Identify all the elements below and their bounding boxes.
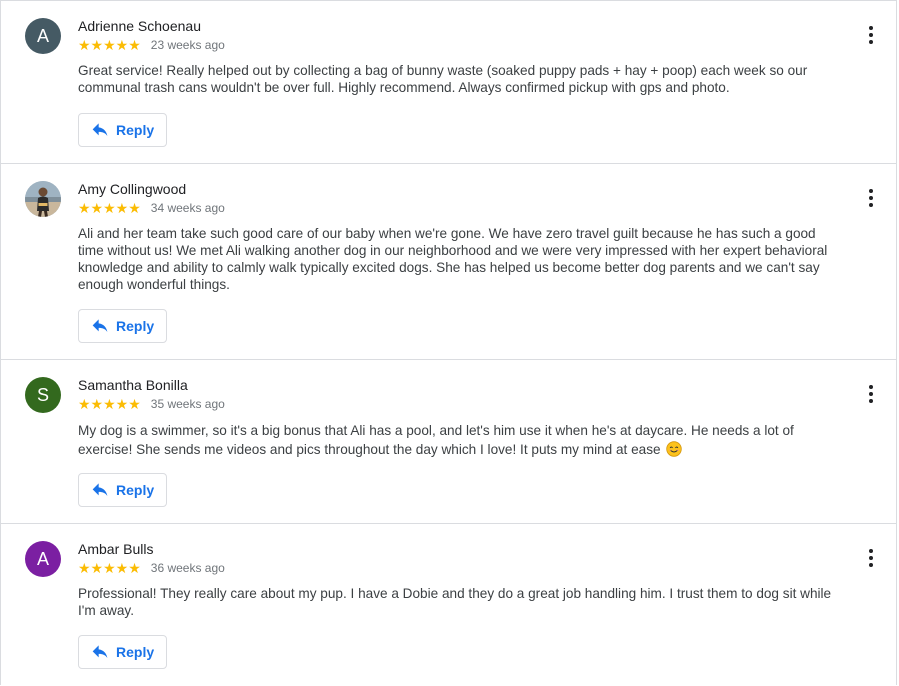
more-vert-icon (869, 549, 873, 553)
review-text: Great service! Really helped out by coll… (78, 63, 808, 95)
review-text: My dog is a swimmer, so it's a big bonus… (78, 421, 838, 459)
avatar[interactable]: A (25, 541, 61, 577)
more-options-button[interactable] (861, 544, 881, 572)
review-text: Ali and her team take such good care of … (78, 226, 828, 292)
review-card: Amy Collingwood ★★★★★ 34 weeks ago Ali a… (1, 164, 897, 360)
profile-photo-icon (25, 181, 61, 217)
more-vert-icon (869, 385, 873, 389)
reply-label: Reply (116, 644, 155, 660)
more-vert-icon (869, 26, 873, 30)
star-rating: ★★★★★ (78, 396, 141, 412)
reviewer-name[interactable]: Amy Collingwood (78, 181, 186, 197)
star-rating: ★★★★★ (78, 560, 141, 576)
reply-label: Reply (116, 122, 155, 138)
reply-arrow-icon (92, 122, 108, 138)
star-rating: ★★★★★ (78, 200, 141, 216)
review-time: 35 weeks ago (150, 397, 225, 411)
star-rating: ★★★★★ (78, 37, 141, 53)
review-text: Professional! They really care about my … (78, 586, 832, 618)
review-text-content: My dog is a swimmer, so it's a big bonus… (78, 423, 794, 457)
avatar[interactable] (25, 181, 61, 217)
reply-label: Reply (116, 318, 155, 334)
more-vert-icon-dot (869, 563, 873, 567)
rating-row: ★★★★★ 34 weeks ago (78, 200, 225, 216)
reply-button[interactable]: Reply (78, 309, 167, 343)
review-time: 36 weeks ago (150, 561, 225, 575)
review-card: S Samantha Bonilla ★★★★★ 35 weeks ago My… (1, 360, 897, 524)
reply-arrow-icon (92, 644, 108, 660)
avatar[interactable]: S (25, 377, 61, 413)
smiling-face-emoji-icon (666, 441, 683, 457)
more-options-button[interactable] (861, 21, 881, 49)
rating-row: ★★★★★ 23 weeks ago (78, 37, 225, 53)
more-options-button[interactable] (861, 184, 881, 212)
reviewer-name[interactable]: Ambar Bulls (78, 541, 153, 557)
review-time: 23 weeks ago (150, 38, 225, 52)
review-time: 34 weeks ago (150, 201, 225, 215)
review-list: A Adrienne Schoenau ★★★★★ 23 weeks ago G… (0, 0, 897, 685)
avatar[interactable]: A (25, 18, 61, 54)
reviewer-name[interactable]: Samantha Bonilla (78, 377, 188, 393)
rating-row: ★★★★★ 35 weeks ago (78, 396, 225, 412)
reply-arrow-icon (92, 482, 108, 498)
rating-row: ★★★★★ 36 weeks ago (78, 560, 225, 576)
reply-button[interactable]: Reply (78, 473, 167, 507)
more-vert-icon-dot (869, 392, 873, 396)
more-vert-icon-dot (869, 33, 873, 37)
review-card: A Ambar Bulls ★★★★★ 36 weeks ago Profess… (1, 524, 897, 686)
more-vert-icon-dot (869, 40, 873, 44)
reply-label: Reply (116, 482, 155, 498)
more-vert-icon-dot (869, 196, 873, 200)
more-vert-icon (869, 189, 873, 193)
more-vert-icon-dot (869, 203, 873, 207)
more-vert-icon-dot (869, 556, 873, 560)
more-options-button[interactable] (861, 380, 881, 408)
reply-arrow-icon (92, 318, 108, 334)
reviewer-name[interactable]: Adrienne Schoenau (78, 18, 201, 34)
more-vert-icon-dot (869, 399, 873, 403)
reply-button[interactable]: Reply (78, 635, 167, 669)
reply-button[interactable]: Reply (78, 113, 167, 147)
review-card: A Adrienne Schoenau ★★★★★ 23 weeks ago G… (1, 1, 897, 164)
